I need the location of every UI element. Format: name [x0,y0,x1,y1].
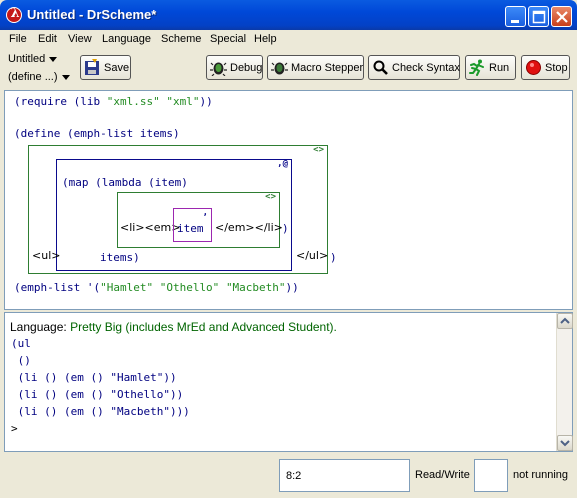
run-button[interactable]: Run [465,55,516,80]
running-indicator [474,459,508,492]
cursor-position: 8:2 [286,470,302,482]
code-require-close: )) [199,95,213,108]
unquote-box-marker: , [202,208,208,218]
output-line: (li () (em () "Othello")) [11,388,184,401]
define-menu-label: (define ...) [8,71,58,83]
arrow-down-icon [560,440,570,447]
stop-button[interactable]: Stop [521,55,570,80]
cursor-position-field: 8:2 [279,459,410,492]
file-name-menu[interactable]: Untitled [8,53,58,65]
xml-box-marker: <> [313,145,324,155]
em-li-close-tag: </em></li> [215,221,283,234]
define-menu[interactable]: (define ...) [8,71,70,83]
repl-prompt: > [11,422,18,435]
minimize-icon [511,20,519,23]
read-write-label: Read/Write [415,469,470,481]
menu-view[interactable]: View [68,33,92,45]
output-line: (li () (em () "Hamlet")) [11,371,177,384]
code-line-require: (require (lib "xml.ss" "xml")) [14,95,213,108]
language-prefix: Language: [10,320,71,334]
drscheme-logo-icon: λ [6,7,22,23]
code-require-open: (require (lib [14,95,107,108]
menu-scheme[interactable]: Scheme [161,33,201,45]
language-name: Pretty Big (includes MrEd and Advanced S… [70,320,337,334]
scroll-up-button[interactable] [557,313,573,329]
ul-open-tag: <ul> [32,249,61,262]
code-line-map: (map (lambda (item) [62,176,188,189]
debug-label: Debug [230,61,263,74]
menu-edit[interactable]: Edit [38,33,57,45]
code-items: items) [100,251,140,264]
definitions-editor[interactable]: (require (lib "xml.ss" "xml")) (define (… [4,90,573,310]
minimize-button[interactable] [505,6,526,27]
close-button[interactable] [551,6,572,27]
check-syntax-button[interactable]: Check Syntax [368,55,460,80]
code-string-hamlet: "Hamlet" [100,281,154,294]
maximize-button[interactable] [528,6,549,27]
status-bar: 8:2 Read/Write not running [0,453,577,498]
chevron-down-icon [61,74,70,80]
arrow-up-icon [560,317,570,324]
save-button[interactable]: Save [80,55,131,80]
code-item: item [177,222,204,235]
close-icon [556,11,568,23]
code-line-emph-call: (emph-list '("Hamlet" "Othello" "Macbeth… [14,281,299,294]
code-call-close: )) [285,281,299,294]
li-em-open-tag: <li><em> [120,221,181,234]
stop-label: Stop [545,61,568,74]
maximize-icon [532,10,546,24]
menu-special[interactable]: Special [210,33,246,45]
language-line: Language: Pretty Big (includes MrEd and … [10,320,337,334]
menu-bar: File Edit View Language Scheme Special H… [0,30,577,49]
scroll-down-button[interactable] [557,435,573,451]
output-line: () [11,354,31,367]
menu-help[interactable]: Help [254,33,277,45]
code-close-paren-1: ) [282,222,289,235]
save-icon [84,59,101,76]
ul-close-tag: </ul> [296,249,329,262]
menu-language[interactable]: Language [102,33,151,45]
menu-file[interactable]: File [9,33,27,45]
output-line: (ul [11,337,31,350]
code-string-xml: "xml" [166,95,200,108]
check-syntax-label: Check Syntax [392,61,460,74]
chevron-down-icon [49,56,58,62]
output-line: (li () (em () "Macbeth"))) [11,405,190,418]
code-line-define: (define (emph-list items) [14,127,180,140]
interactions-window[interactable]: Language: Pretty Big (includes MrEd and … [4,312,573,452]
save-label: Save [104,61,130,74]
interactions-scrollbar[interactable] [556,313,573,451]
macro-stepper-icon [271,59,288,76]
stop-icon [525,59,542,76]
bug-icon [210,59,227,77]
macro-stepper-label: Macro Stepper [291,61,364,74]
xml-box-inner-marker: <> [265,192,276,202]
splice-box-marker: ,@ [277,159,288,169]
debug-button[interactable]: Debug [206,55,263,80]
title-bar[interactable]: λ Untitled - DrScheme* [0,0,577,30]
magnifier-icon [372,59,389,76]
run-label: Run [489,61,510,74]
code-string-xml-ss: "xml.ss" [106,95,160,108]
running-man-icon [469,59,486,76]
window-title: Untitled - DrScheme* [27,7,157,22]
code-close-paren-2: ) [330,251,337,264]
running-status: not running [513,469,569,481]
macro-stepper-button[interactable]: Macro Stepper [267,55,364,80]
code-string-othello: "Othello" [159,281,220,294]
file-name-label: Untitled [8,53,46,65]
code-string-macbeth: "Macbeth" [225,281,286,294]
code-call-open: (emph-list '( [14,281,101,294]
